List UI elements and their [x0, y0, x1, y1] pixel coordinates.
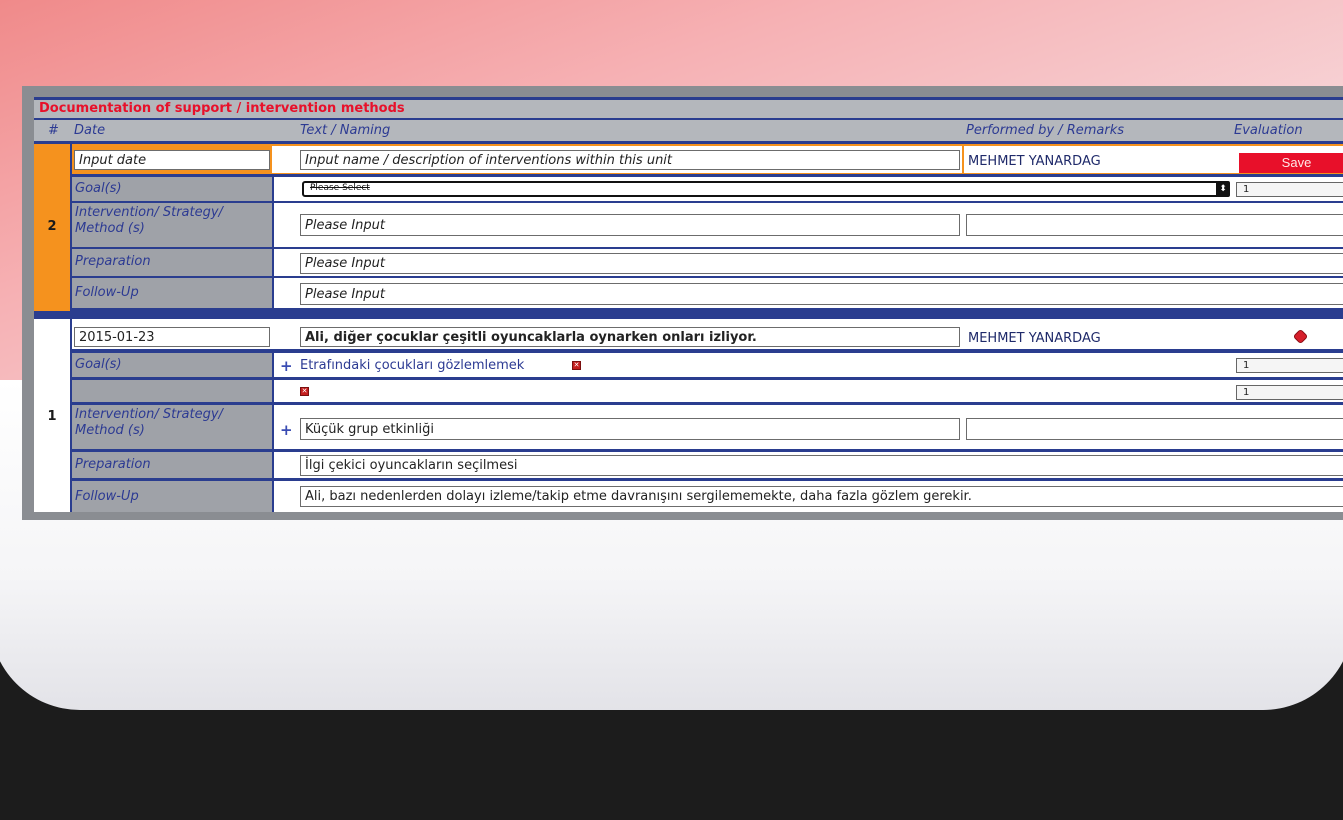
entry-date[interactable]: 2015-01-23: [74, 327, 270, 347]
entry-followup-label: Follow-Up: [72, 481, 272, 512]
new-entry-followup-input[interactable]: Please Input: [300, 283, 1343, 305]
entry-goal-label: Goal(s): [72, 353, 272, 377]
entry-method-label: Intervention/ Strategy/ Method (s): [72, 405, 272, 449]
chevron-updown-icon[interactable]: ⬍: [1216, 181, 1230, 197]
entry-preparation-input[interactable]: İlgi çekici oyuncakların seçilmesi: [300, 455, 1343, 476]
entry-number: 1: [47, 409, 57, 424]
new-entry-method-label: Intervention/ Strategy/ Method (s): [72, 203, 272, 247]
new-entry-preparation-input[interactable]: Please Input: [300, 253, 1343, 274]
entry-method-remarks-input[interactable]: [966, 418, 1343, 440]
remove-goal-icon[interactable]: ✕: [572, 361, 581, 370]
col-header-text: Text / Naming: [300, 123, 391, 138]
entry-text[interactable]: Ali, diğer çocuklar çeşitli oyuncaklarla…: [300, 327, 960, 347]
new-entry-performed-by: MEHMET YANARDAG: [968, 154, 1101, 169]
col-header-evaluation: Evaluation: [1234, 123, 1303, 138]
entry-followup-input[interactable]: Ali, bazı nedenlerden dolayı izleme/taki…: [300, 486, 1343, 507]
entry-goal-evaluation-1[interactable]: 1: [1236, 358, 1343, 373]
new-entry-text-input[interactable]: Input name / description of intervention…: [300, 150, 960, 170]
new-entry-goal-label: Goal(s): [72, 177, 272, 201]
new-entry-method-remarks-input[interactable]: [966, 214, 1343, 236]
new-entry-number: 2: [47, 219, 57, 234]
new-entry-followup-label: Follow-Up: [72, 278, 272, 308]
col-header-performed: Performed by / Remarks: [966, 123, 1124, 138]
entry-performed-by: MEHMET YANARDAG: [968, 331, 1101, 346]
entry-goal-label-blank: [72, 380, 272, 402]
entry-goal-cell-2: [274, 380, 1343, 402]
new-entry-preparation-label: Preparation: [72, 249, 272, 276]
new-entry-date-input[interactable]: Input date: [74, 150, 270, 170]
remove-goal-icon[interactable]: ✕: [300, 387, 309, 396]
section-title: Documentation of support / intervention …: [34, 100, 1343, 118]
add-method-icon[interactable]: +: [280, 423, 293, 438]
add-goal-icon[interactable]: +: [280, 359, 293, 374]
documentation-table: Documentation of support / intervention …: [34, 97, 1343, 512]
col-header-date: Date: [74, 123, 106, 138]
new-entry-goal-select[interactable]: Please Select: [302, 181, 1220, 197]
entry-preparation-label: Preparation: [72, 452, 272, 478]
new-entry-method-input[interactable]: Please Input: [300, 214, 960, 236]
save-button[interactable]: Save: [1239, 153, 1343, 173]
entry-method-input[interactable]: Küçük grup etkinliği: [300, 418, 960, 440]
entry-goal-text: Etrafındaki çocukları gözlemlemek: [300, 358, 525, 373]
table-header: # Date Text / Naming Performed by / Rema…: [34, 120, 1343, 141]
entry-goal-evaluation-2[interactable]: 1: [1236, 385, 1343, 400]
col-header-num: #: [48, 123, 59, 138]
new-entry-goal-evaluation[interactable]: 1: [1236, 182, 1343, 197]
